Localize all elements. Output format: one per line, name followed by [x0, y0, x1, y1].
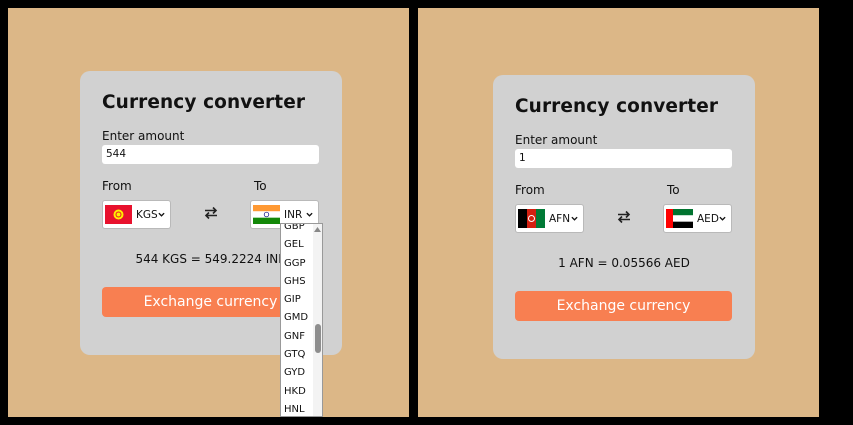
amount-label: Enter amount	[102, 129, 185, 143]
to-currency-code: INR	[284, 208, 303, 221]
kyrgyzstan-flag-icon	[105, 205, 132, 224]
chevron-down-icon	[306, 212, 313, 217]
to-label: To	[667, 183, 680, 197]
swap-arrows-icon[interactable]	[617, 210, 631, 224]
dropdown-scrollbar[interactable]	[313, 224, 322, 416]
to-currency-select[interactable]: AED	[663, 204, 732, 233]
amount-input[interactable]	[515, 149, 732, 168]
left-panel: Currency converter Enter amount From To …	[8, 8, 409, 417]
to-label: To	[254, 179, 267, 193]
to-currency-code: AED	[697, 212, 719, 225]
from-currency-code: KGS	[136, 208, 158, 221]
scrollbar-thumb[interactable]	[315, 324, 321, 353]
from-currency-select[interactable]: AFN	[515, 204, 584, 233]
chevron-down-icon	[719, 216, 726, 221]
exchange-currency-button[interactable]: Exchange currency	[515, 291, 732, 321]
card-title: Currency converter	[102, 92, 306, 113]
amount-input[interactable]	[102, 145, 319, 164]
card-title: Currency converter	[515, 96, 719, 117]
converter-card: Currency converter Enter amount From To …	[493, 75, 755, 359]
from-label: From	[102, 179, 132, 193]
from-currency-select[interactable]: KGS	[102, 200, 171, 229]
swap-arrows-icon[interactable]	[204, 206, 218, 220]
from-currency-code: AFN	[549, 212, 571, 225]
right-panel: Currency converter Enter amount From To …	[418, 8, 819, 417]
uae-flag-icon	[666, 209, 693, 228]
chevron-down-icon	[158, 212, 165, 217]
amount-label: Enter amount	[515, 133, 598, 147]
from-label: From	[515, 183, 545, 197]
scroll-up-arrow-icon[interactable]	[314, 227, 321, 232]
chevron-down-icon	[571, 216, 578, 221]
conversion-result: 1 AFN = 0.05566 AED	[558, 256, 690, 270]
india-flag-icon	[253, 205, 280, 224]
currency-dropdown-list[interactable]: GBP GEL GGP GHS GIP GMD GNF GTQ GYD HKD HNL	[280, 223, 323, 417]
afghanistan-flag-icon	[518, 209, 545, 228]
